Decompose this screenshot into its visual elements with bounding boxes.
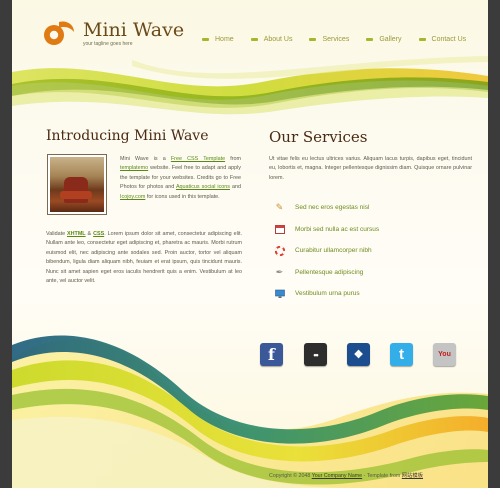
chair-seat-shape (60, 191, 92, 199)
flickr-icon[interactable]: •• (304, 343, 327, 366)
text: and (230, 184, 241, 191)
service-label: Sed nec eros egestas nisl (295, 204, 370, 212)
tools-icon: ✎ (275, 202, 284, 213)
main-nav: Home About Us Services Gallery Contact U… (202, 36, 483, 43)
free-css-template-link[interactable]: Free CSS Template (171, 156, 225, 162)
dash-icon (202, 38, 209, 41)
twitter-icon[interactable]: t (390, 343, 413, 366)
intro-paragraph: Mini Wave is a Free CSS Template from te… (120, 155, 241, 202)
dash-icon (309, 38, 317, 41)
nav-item-contact[interactable]: Contact Us (418, 36, 467, 43)
xhtml-link[interactable]: XHTML (67, 231, 86, 237)
calendar-icon (274, 224, 285, 235)
site-logo[interactable]: Mini Wave your tagline goes here (42, 18, 184, 48)
nav-item-label: Home (215, 36, 234, 43)
css-link[interactable]: CSS (93, 231, 104, 237)
nav-item-home[interactable]: Home (202, 36, 234, 43)
text: Validate (46, 231, 68, 237)
page: Mini Wave your tagline goes here Home Ab… (12, 0, 488, 488)
monitor-icon (274, 288, 285, 299)
myspace-icon[interactable]: ❖ (347, 343, 370, 366)
text: & (85, 231, 94, 237)
service-label: Curabitur ullamcorper nibh (295, 247, 372, 255)
template-from-text: - Template from (362, 473, 402, 479)
text: from (225, 156, 241, 162)
facebook-icon[interactable]: f (260, 343, 283, 366)
chair-back-shape (64, 177, 88, 203)
icojoy-link[interactable]: Icojoy.com (120, 194, 145, 200)
site-title: Mini Wave (83, 18, 185, 41)
intro-heading: Introducing Mini Wave (46, 128, 209, 144)
nav-item-label: Contact Us (431, 36, 467, 43)
nav-item-label: Gallery (379, 36, 402, 43)
dash-icon (250, 38, 258, 41)
page-frame: Mini Wave your tagline goes here Home Ab… (0, 0, 500, 488)
logo-mark-icon (44, 21, 74, 45)
tagline: your tagline goes here (83, 40, 133, 47)
service-item[interactable]: ✎ Sed nec eros egestas nisl (274, 197, 379, 219)
service-label: Vestibulum urna purus (295, 290, 360, 298)
text: for icons used in this template. (145, 193, 220, 200)
aquaticus-icons-link[interactable]: Aquaticus social icons (176, 184, 230, 190)
nav-item-about[interactable]: About Us (250, 36, 293, 43)
services-paragraph: Ut vitae felis eu lectus ultrices varius… (269, 156, 472, 181)
text: Mini Wave is a (120, 156, 171, 162)
nav-item-label: Services (322, 36, 350, 43)
nav-item-services[interactable]: Services (309, 36, 349, 43)
nav-item-gallery[interactable]: Gallery (366, 36, 402, 43)
intro-photo (47, 154, 107, 215)
lifebuoy-icon (274, 245, 285, 256)
pen-icon: ✒ (275, 266, 284, 277)
body-paragraph: Validate XHTML & CSS. Lorem ipsum dolor … (46, 230, 242, 286)
nav-item-label: About Us (263, 36, 293, 43)
service-item[interactable]: Vestibulum urna purus (274, 283, 379, 305)
copyright-text: Copyright © 2048 (269, 473, 312, 479)
service-item[interactable]: Morbi sed nulla ac est cursus (274, 219, 379, 241)
service-item[interactable]: Curabitur ullamcorper nibh (274, 240, 379, 262)
footer: Copyright © 2048 Your Company Name - Tem… (269, 471, 423, 479)
services-heading: Our Services (269, 128, 368, 146)
service-label: Pellentesque adipiscing (295, 268, 364, 276)
service-item[interactable]: ✒ Pellentesque adipiscing (274, 262, 379, 284)
templatemo-link[interactable]: templatemo (120, 165, 148, 171)
dash-icon (366, 38, 374, 41)
youtube-icon[interactable]: You (433, 343, 456, 366)
services-list: ✎ Sed nec eros egestas nisl Morbi sed nu… (274, 197, 379, 305)
service-label: Morbi sed nulla ac est cursus (295, 225, 380, 233)
armchair-image (50, 157, 104, 212)
dash-icon (418, 38, 426, 41)
text: . Lorem ipsum dolor sit amet, consectetu… (46, 231, 243, 285)
template-site-link[interactable]: 网站模板 (402, 473, 423, 479)
company-link[interactable]: Your Company Name (312, 473, 362, 479)
